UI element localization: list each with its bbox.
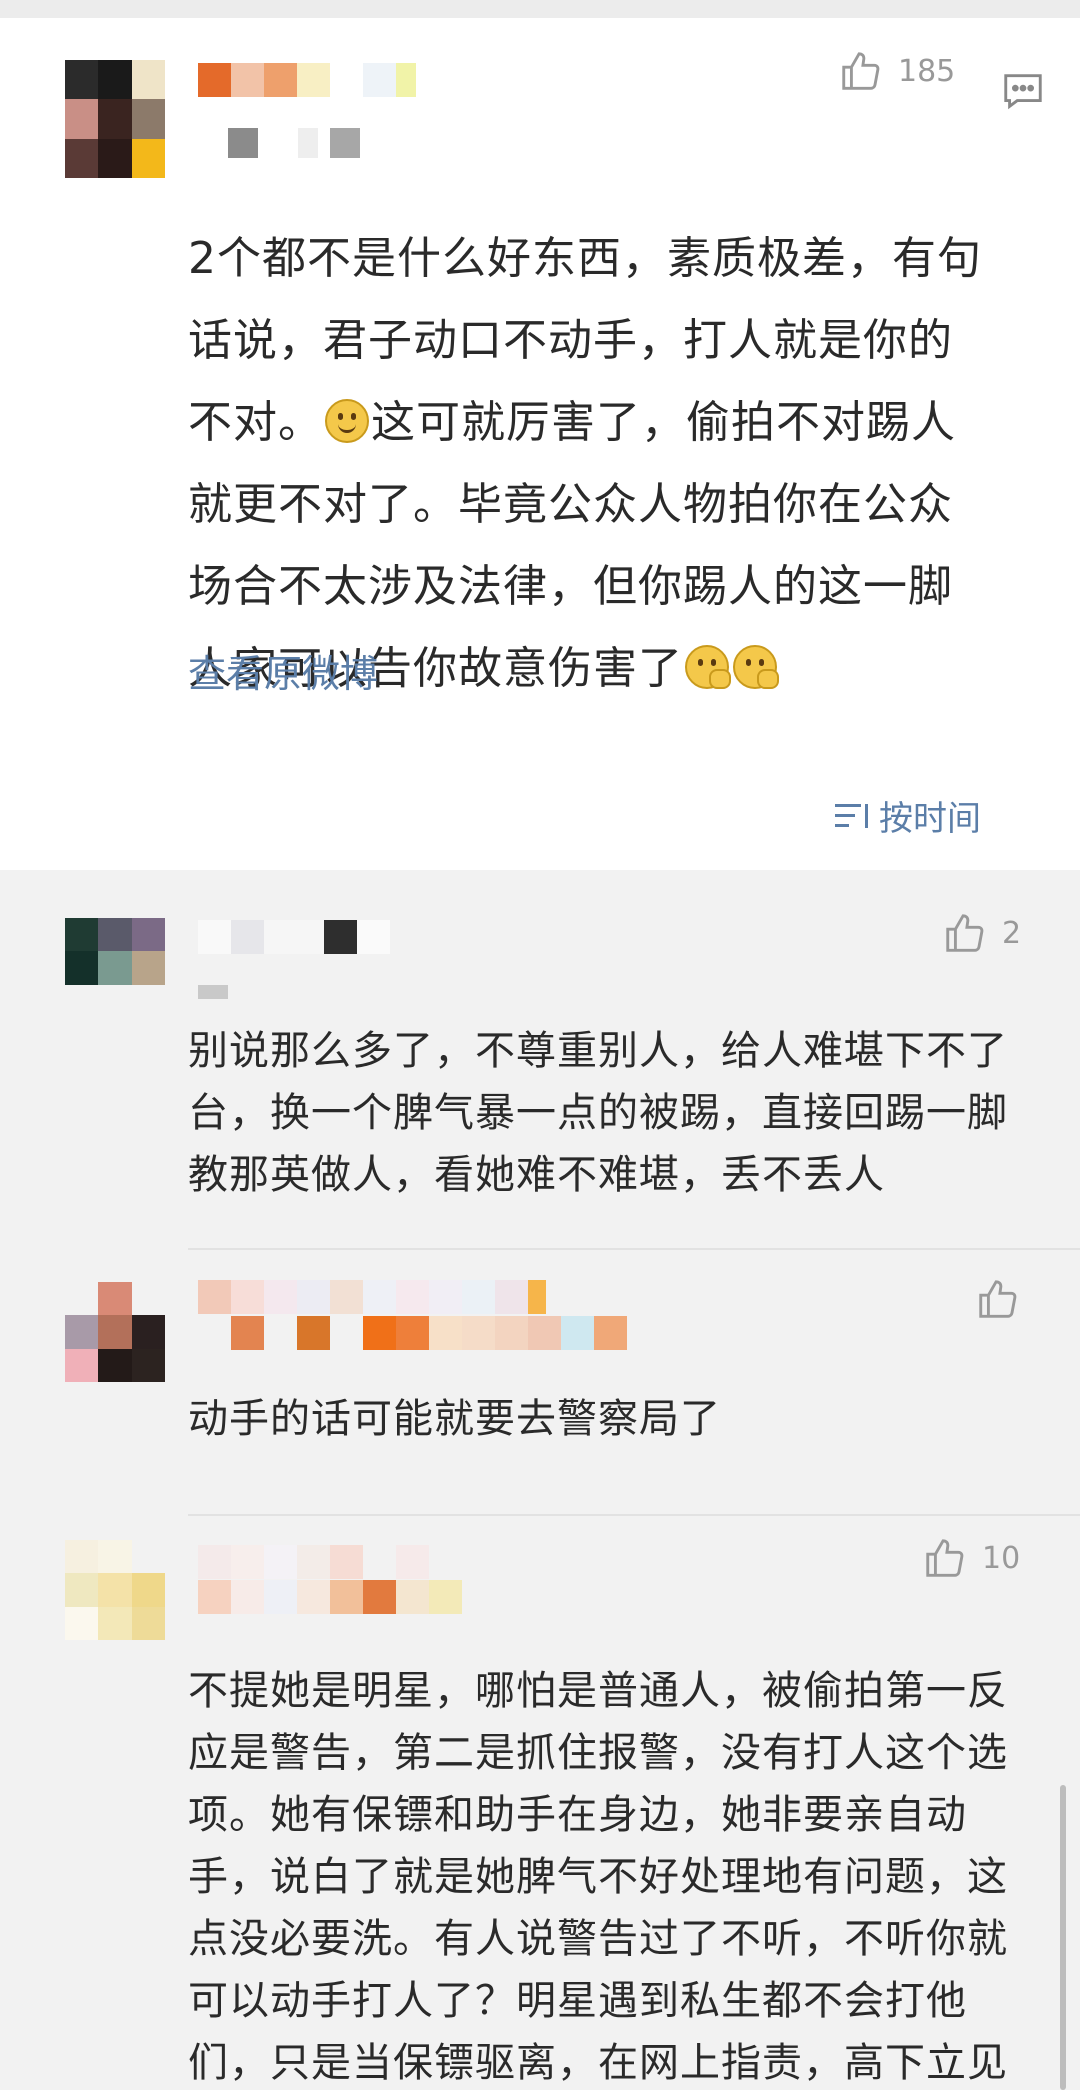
like-button[interactable]: 10 [922, 1535, 1020, 1581]
main-comment: 185 2个都不是什么好东西，素质极差，有句 话说，君子动口不动手，打人就是你的… [0, 18, 1080, 870]
like-button[interactable]: 2 [942, 910, 1021, 956]
sort-label: 按时间 [879, 799, 981, 839]
username-blurred[interactable] [198, 1280, 546, 1314]
like-button[interactable]: 185 [838, 48, 955, 94]
thumbs-up-icon [946, 914, 984, 952]
sort-toggle[interactable]: 按时间 [835, 791, 981, 840]
think-emoji [733, 645, 779, 689]
smile-emoji [325, 399, 369, 443]
username-blurred[interactable] [198, 63, 416, 97]
status-strip [0, 0, 1080, 18]
like-button[interactable] [975, 1276, 1021, 1322]
username-blurred[interactable] [198, 1545, 429, 1579]
think-emoji [685, 645, 731, 689]
like-count: 185 [898, 53, 956, 89]
avatar[interactable] [65, 918, 165, 1018]
avatar[interactable] [65, 1282, 165, 1382]
comment-icon[interactable] [1000, 68, 1046, 114]
thumbs-up-icon [926, 1539, 964, 1577]
reply-text: 别说那么多了，不尊重别人，给人难堪下不了台，换一个脾气暴一点的被踢，直接回踢一脚… [188, 1028, 1008, 1198]
avatar[interactable] [65, 60, 165, 178]
thumbs-up-icon [979, 1280, 1017, 1318]
scrollbar[interactable] [1060, 1785, 1066, 2090]
avatar[interactable] [65, 1540, 165, 1640]
like-count: 10 [982, 1540, 1021, 1576]
user-meta-blurred [198, 985, 228, 999]
reply-text: 动手的话可能就要去警察局了 [188, 1396, 721, 1442]
reply-text: 不提她是明星，哪怕是普通人，被偷拍第一反应是警告，第二是抓住报警，没有打人这个选… [188, 1668, 1008, 2086]
divider [188, 1248, 1080, 1250]
view-original-link[interactable]: 查看原微博 [188, 643, 378, 698]
user-meta-blurred [198, 1316, 627, 1350]
username-blurred[interactable] [198, 920, 390, 954]
comment-text: 2个都不是什么好东西，素质极差，有句 话说，君子动口不动手，打人就是你的 不对。… [188, 233, 982, 694]
thumbs-up-icon [842, 52, 880, 90]
user-meta-blurred [228, 128, 360, 162]
divider [188, 1514, 1080, 1516]
user-meta-blurred [198, 1580, 462, 1614]
sort-icon [835, 802, 871, 830]
like-count: 2 [1002, 915, 1022, 951]
replies-list: 2 别说那么多了，不尊重别人，给人难堪下不了台，换一个脾气暴一点的被踢，直接回踢… [0, 870, 1080, 2090]
